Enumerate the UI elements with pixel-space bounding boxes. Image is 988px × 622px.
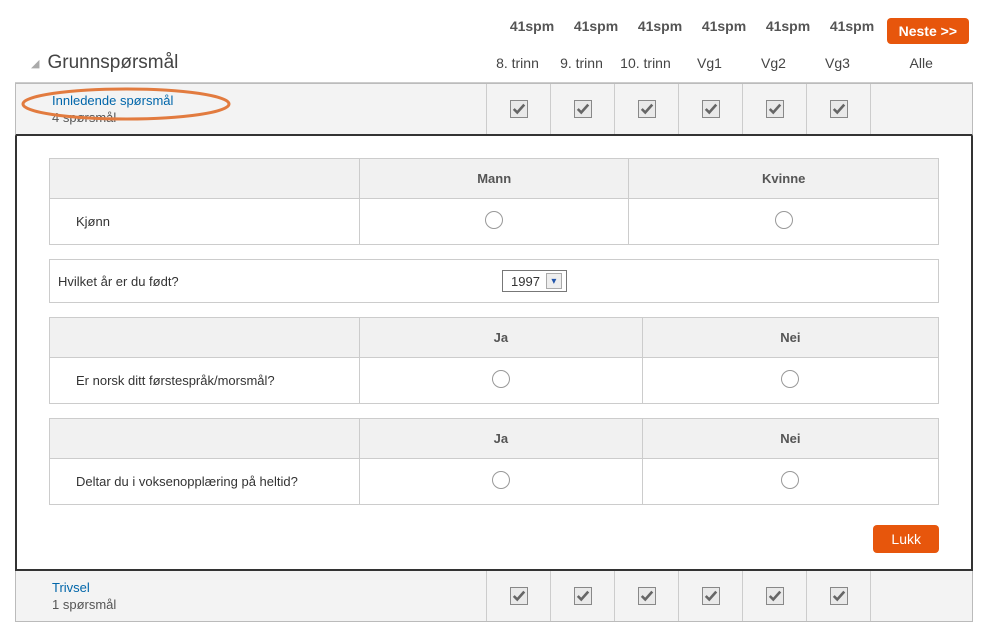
option-header-ja: Ja (360, 419, 643, 459)
grade-col-header: Vg3 (805, 55, 869, 71)
grade-col-header: 9. trinn (549, 55, 613, 71)
spm-count-col: 41spm (692, 18, 756, 34)
grade-checkbox[interactable] (766, 100, 784, 118)
option-header-ja: Ja (360, 318, 643, 358)
option-header-nei: Nei (642, 318, 938, 358)
spm-count-col: 41spm (756, 18, 820, 34)
grade-checkbox[interactable] (574, 587, 592, 605)
grade-checkbox[interactable] (702, 587, 720, 605)
grade-checkbox[interactable] (702, 100, 720, 118)
grade-checkbox[interactable] (638, 100, 656, 118)
grade-col-header: Vg2 (741, 55, 805, 71)
page-title: Grunnspørsmål (47, 52, 485, 74)
grade-checkbox[interactable] (830, 587, 848, 605)
option-header-mann: Mann (360, 159, 629, 199)
grade-checkbox[interactable] (574, 100, 592, 118)
grade-checkbox[interactable] (830, 100, 848, 118)
question-label: Deltar du i voksenopplæring på heltid? (50, 459, 360, 505)
grade-col-header: 8. trinn (485, 55, 549, 71)
radio-kvinne[interactable] (775, 211, 793, 229)
section-link-innledende[interactable]: Innledende spørsmål (52, 93, 486, 108)
alle-col-header: Alle (869, 55, 973, 71)
grade-checkbox[interactable] (510, 587, 528, 605)
question-label: Hvilket år er du født? (50, 260, 495, 303)
spm-count-col: 41spm (820, 18, 884, 34)
grade-col-header: Vg1 (677, 55, 741, 71)
spm-count-col: 41spm (500, 18, 564, 34)
grade-checkbox[interactable] (510, 100, 528, 118)
dropdown-arrow-icon: ▾ (546, 273, 562, 289)
spm-count-col: 41spm (628, 18, 692, 34)
radio-mann[interactable] (485, 211, 503, 229)
question-label: Kjønn (50, 199, 360, 245)
section-link-trivsel[interactable]: Trivsel (52, 580, 486, 595)
question-preview-panel: Mann Kvinne Kjønn Hvilket år er du født?… (15, 136, 973, 571)
grade-checkbox[interactable] (766, 587, 784, 605)
close-button[interactable]: Lukk (873, 525, 939, 553)
collapse-indicator-icon[interactable]: ◢ (31, 57, 39, 70)
radio-nei[interactable] (781, 370, 799, 388)
grade-col-header: 10. trinn (613, 55, 677, 71)
grade-checkbox[interactable] (638, 587, 656, 605)
option-header-nei: Nei (642, 419, 938, 459)
next-button[interactable]: Neste >> (887, 18, 969, 44)
section-subtitle: 4 spørsmål (52, 110, 486, 125)
radio-ja[interactable] (492, 370, 510, 388)
section-subtitle: 1 spørsmål (52, 597, 486, 612)
spm-count-col: 41spm (564, 18, 628, 34)
option-header-kvinne: Kvinne (629, 159, 939, 199)
radio-nei[interactable] (781, 471, 799, 489)
birth-year-value: 1997 (511, 274, 540, 289)
question-label: Er norsk ditt førstespråk/morsmål? (50, 358, 360, 404)
radio-ja[interactable] (492, 471, 510, 489)
birth-year-select[interactable]: 1997 ▾ (502, 270, 567, 292)
